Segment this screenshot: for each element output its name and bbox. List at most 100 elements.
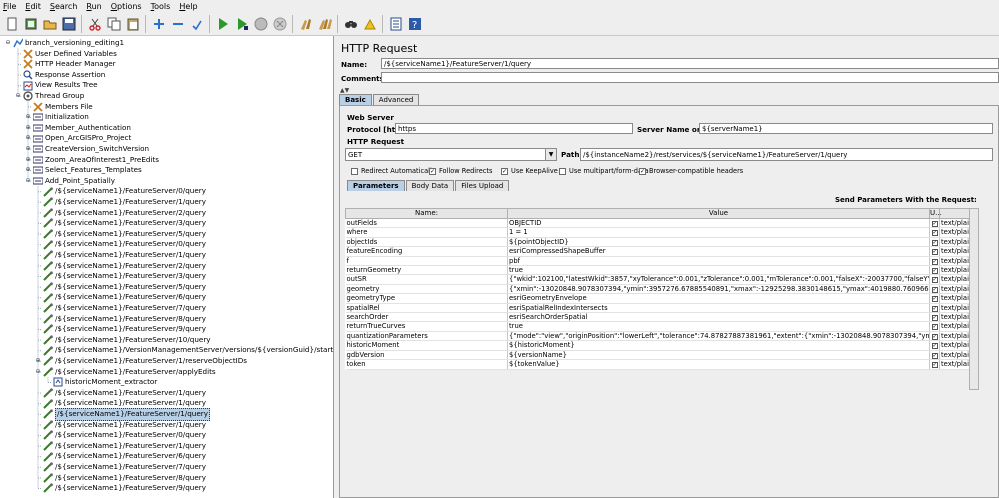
checkbox-box[interactable]: ✓ xyxy=(931,230,938,237)
checkbox-box[interactable]: ✓ xyxy=(501,167,508,175)
table-row[interactable]: where1 = 1✓text/plain xyxy=(345,227,970,238)
param-url-encode[interactable]: ✓ xyxy=(929,246,940,257)
table-row[interactable]: historicMoment ${historicMoment} ✓ text/pla… xyxy=(345,340,970,351)
param-name[interactable]: outFields xyxy=(345,218,508,229)
checkbox-box[interactable]: ✓ xyxy=(931,239,938,246)
param-url-encode[interactable]: ✓ xyxy=(929,265,940,276)
expand-node-icon[interactable]: ⊕ xyxy=(34,356,42,367)
tab-advanced[interactable]: Advanced xyxy=(372,94,420,105)
checkbox-box[interactable]: ✓ xyxy=(931,324,938,331)
menu-tools[interactable]: Tools xyxy=(151,2,171,11)
param-url-encode[interactable]: ✓ xyxy=(929,227,940,238)
param-content-type[interactable]: text/plain xyxy=(939,284,970,295)
checkbox-box[interactable]: ✓ xyxy=(931,249,938,256)
collapse-node-icon[interactable]: ⊖ xyxy=(4,38,12,49)
expand-node-icon[interactable]: ⊕ xyxy=(24,123,32,134)
table-row[interactable]: outSR {"wkid":102100,"latestWkid":3857,"x… xyxy=(345,274,970,285)
param-value[interactable]: {"wkid":102100,"latestWkid":3857,"xyTole… xyxy=(507,274,930,285)
param-name[interactable]: historicMoment xyxy=(345,340,508,351)
function-helper-icon[interactable] xyxy=(387,15,404,32)
tree-node[interactable]: /${serviceName1}/FeatureServer/3/query xyxy=(34,271,206,282)
tree-node[interactable]: /${serviceName1}/FeatureServer/0/query xyxy=(34,186,206,197)
param-url-encode[interactable]: ✓ xyxy=(929,293,940,304)
tree-node[interactable]: /${serviceName1}/FeatureServer/0/query xyxy=(34,430,206,441)
checkbox-box[interactable]: ✓ xyxy=(931,305,938,312)
table-row[interactable]: token${tokenValue}✓text/plain xyxy=(345,359,970,370)
param-url-encode[interactable]: ✓ xyxy=(929,237,940,248)
checkbox-use-keepalive[interactable]: ✓ Use KeepAlive xyxy=(501,167,558,175)
param-content-type[interactable]: text/plain xyxy=(939,246,970,257)
param-url-encode[interactable]: ✓ xyxy=(929,359,940,370)
param-value[interactable]: 1 = 1 xyxy=(507,227,930,238)
tree-node[interactable]: /${serviceName1}/FeatureServer/10/query xyxy=(34,335,211,346)
checkbox-box[interactable]: ✓ xyxy=(931,352,938,359)
param-value[interactable]: OBJECTID xyxy=(507,218,930,229)
tab-basic[interactable]: Basic xyxy=(339,94,372,105)
table-row[interactable]: objectIds${pointObjectID}✓text/plain xyxy=(345,237,970,248)
tree-node[interactable]: /${serviceName1}/FeatureServer/6/query xyxy=(34,292,206,303)
param-content-type[interactable]: text/plain xyxy=(939,312,970,323)
tree-node[interactable]: historicMoment_extractor xyxy=(44,377,157,388)
param-name[interactable]: quantizationParameters xyxy=(345,331,508,342)
table-row[interactable]: geometry {"xmin":-13020848.9078307394,"ym… xyxy=(345,284,970,295)
checkbox-box[interactable] xyxy=(559,167,566,175)
menu-run[interactable]: Run xyxy=(86,2,101,11)
checkbox-box[interactable]: ✓ xyxy=(931,268,938,274)
menu-edit[interactable]: Edit xyxy=(25,2,41,11)
tree-node[interactable]: /${serviceName1}/FeatureServer/7/query xyxy=(34,462,206,473)
expand-node-icon[interactable]: ⊕ xyxy=(24,155,32,166)
method-select[interactable]: GET ▼ xyxy=(345,148,557,161)
tree-node[interactable]: HTTP Header Manager xyxy=(14,59,116,70)
tree-node[interactable]: ⊕ Member_Authentication xyxy=(24,123,130,134)
checkbox-box[interactable]: ✓ xyxy=(931,221,938,227)
table-row[interactable]: searchOrder esriSearchOrderSpatial ✓ text/p… xyxy=(345,312,970,323)
checkbox-follow-redirects[interactable]: ✓ Follow Redirects xyxy=(429,167,492,175)
menu-help[interactable]: Help xyxy=(179,2,197,11)
param-content-type[interactable]: text/plain xyxy=(939,321,970,332)
checkbox-use-multipart-form-data[interactable]: Use multipart/form-data xyxy=(559,167,649,175)
tree-node[interactable]: /${serviceName1}/FeatureServer/5/query xyxy=(34,282,206,293)
server-field[interactable]: ${serverName1} xyxy=(699,123,993,134)
table-row[interactable]: returnTrueCurvestrue✓text/plain xyxy=(345,321,970,332)
table-scrollbar[interactable] xyxy=(969,208,979,390)
param-content-type[interactable]: text/plain xyxy=(939,256,970,267)
param-content-type[interactable]: text/plain xyxy=(939,218,970,229)
checkbox-box[interactable]: ✓ xyxy=(429,167,436,175)
test-plan-tree[interactable]: ⊖ branch_versioning_editing1 User Defined … xyxy=(0,36,334,498)
cut-icon[interactable] xyxy=(86,15,103,32)
param-value[interactable]: esriSpatialRelIndexIntersects xyxy=(507,303,930,314)
menu-options[interactable]: Options xyxy=(111,2,142,11)
table-row[interactable]: fpbf✓text/plain xyxy=(345,256,970,267)
stop-icon[interactable] xyxy=(252,15,269,32)
tab-body-data[interactable]: Body Data xyxy=(405,180,455,191)
shutdown-icon[interactable] xyxy=(271,15,288,32)
param-name[interactable]: outSR xyxy=(345,274,508,285)
checkbox-box[interactable]: ✓ xyxy=(931,296,938,303)
tree-node[interactable]: /${serviceName1}/FeatureServer/0/query xyxy=(34,239,206,250)
name-field[interactable]: /${serviceName1}/FeatureServer/1/query xyxy=(381,58,999,69)
checkbox-browser-compatible-headers[interactable]: ✓ Browser-compatible headers xyxy=(639,167,743,175)
checkbox-box[interactable]: ✓ xyxy=(931,343,938,350)
tree-node[interactable]: /${serviceName1}/FeatureServer/1/query xyxy=(34,420,206,431)
tree-node[interactable]: /${serviceName1}/FeatureServer/1/query xyxy=(34,408,210,421)
collapse-arrows-icon[interactable]: ▲▼ xyxy=(340,87,349,94)
checkbox-box[interactable] xyxy=(351,167,358,175)
param-content-type[interactable]: text/plain xyxy=(939,350,970,361)
param-value[interactable]: ${pointObjectID} xyxy=(507,237,930,248)
tree-node[interactable]: Members File xyxy=(24,102,93,113)
tree-node[interactable]: Response Assertion xyxy=(14,70,105,81)
expand-node-icon[interactable]: ⊕ xyxy=(24,112,32,123)
param-name[interactable]: token xyxy=(345,359,508,370)
open-icon[interactable] xyxy=(41,15,58,32)
tree-node[interactable]: /${serviceName1}/FeatureServer/1/query xyxy=(34,388,206,399)
tree-node[interactable]: /${serviceName1}/FeatureServer/5/query xyxy=(34,229,206,240)
param-name[interactable]: searchOrder xyxy=(345,312,508,323)
param-content-type[interactable]: text/plain xyxy=(939,293,970,304)
param-content-type[interactable]: text/plain xyxy=(939,340,970,351)
checkbox-box[interactable]: ✓ xyxy=(931,315,938,321)
checkbox-box[interactable]: ✓ xyxy=(931,277,938,284)
menu-search[interactable]: Search xyxy=(50,2,77,11)
param-value[interactable]: true xyxy=(507,321,930,332)
menu-file[interactable]: File xyxy=(3,2,16,11)
param-url-encode[interactable]: ✓ xyxy=(929,312,940,323)
